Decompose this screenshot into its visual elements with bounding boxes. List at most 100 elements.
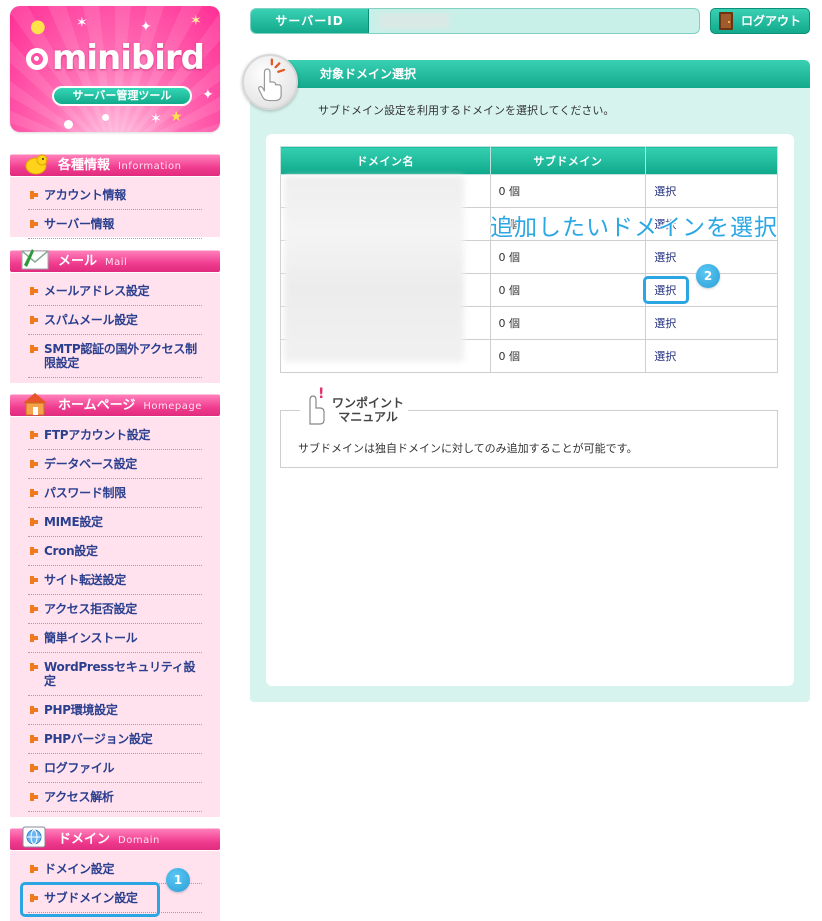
sidebar-item-php-env[interactable]: PHP環境設定	[28, 696, 202, 725]
sidebar-item-account-info[interactable]: アカウント情報	[28, 181, 202, 210]
select-link[interactable]: 選択	[654, 185, 676, 198]
sidebar-item-access-analysis[interactable]: アクセス解析	[28, 783, 202, 812]
logo-brand-text: minibird	[51, 38, 205, 78]
sidebar-item-site-redirect[interactable]: サイト転送設定	[28, 566, 202, 595]
highlight-subdomain-settings	[20, 882, 160, 917]
logout-button[interactable]: ログアウト	[710, 8, 810, 34]
subdomain-count: 0 個	[489, 306, 647, 340]
tip-title-line1: ワンポイント	[332, 396, 405, 410]
sidebar-item-label: SMTP認証の国外アクセス制限設定	[44, 342, 197, 370]
star-icon: ★	[170, 109, 183, 125]
bullet-icon	[30, 191, 38, 199]
bullet-icon	[30, 489, 38, 497]
sidebar-item-cron[interactable]: Cron設定	[28, 537, 202, 566]
logout-label: ログアウト	[741, 14, 802, 28]
hand-svg	[258, 58, 286, 102]
subdomain-count: 0 個	[489, 174, 647, 208]
bullet-icon	[30, 663, 38, 671]
sidebar-list-mail: メールアドレス設定 スパムメール設定 SMTP認証の国外アクセス制限設定	[10, 273, 220, 383]
house-icon	[23, 393, 47, 416]
page-description: サブドメイン設定を利用するドメインを選択してください。	[318, 104, 615, 117]
select-link[interactable]: 選択	[654, 317, 676, 330]
sidebar-list-information: アカウント情報 サーバー情報	[10, 177, 220, 239]
section-title: ドメイン	[58, 832, 111, 847]
sidebar-item-label: WordPressセキュリティ設定	[44, 660, 196, 688]
server-id-label: サーバーID	[251, 9, 369, 33]
bullet-icon	[30, 735, 38, 743]
select-link[interactable]: 選択	[654, 251, 676, 264]
select-link[interactable]: 選択	[654, 350, 676, 363]
sidebar-section-mail: メール Mail	[10, 249, 220, 272]
bullet-icon	[30, 865, 38, 873]
section-title-en: Homepage	[143, 401, 202, 412]
sidebar-item-spam-mail[interactable]: スパムメール設定	[28, 306, 202, 335]
sidebar-item-access-deny[interactable]: アクセス拒否設定	[28, 595, 202, 624]
sidebar-item-mail-address[interactable]: メールアドレス設定	[28, 277, 202, 306]
sidebar-item-label: PHPバージョン設定	[44, 732, 153, 746]
sidebar-item-label: PHP環境設定	[44, 703, 118, 717]
section-title: メール	[58, 254, 98, 269]
sidebar-item-password-restriction[interactable]: パスワード制限	[28, 479, 202, 508]
sidebar-item-label: サーバー情報	[44, 217, 115, 231]
sidebar-item-php-version[interactable]: PHPバージョン設定	[28, 725, 202, 754]
sidebar-item-easy-install[interactable]: 簡単インストール	[28, 624, 202, 653]
section-title: ホームページ	[58, 398, 136, 413]
bird-icon	[25, 154, 50, 175]
bullet-icon	[30, 793, 38, 801]
bullet-icon	[30, 220, 38, 228]
sidebar-item-server-info[interactable]: サーバー情報	[28, 210, 202, 239]
tip-text: サブドメインは独自ドメインに対してのみ追加することが可能です。	[298, 442, 638, 455]
sidebar-item-label: アクセス拒否設定	[44, 602, 138, 616]
star-icon: ✦	[202, 87, 214, 103]
sidebar-item-log-file[interactable]: ログファイル	[28, 754, 202, 783]
step-badge-2: 2	[696, 264, 720, 288]
sidebar-item-wordpress-security[interactable]: WordPressセキュリティ設定	[28, 653, 202, 696]
sidebar-section-domain: ドメイン Domain	[10, 826, 220, 850]
sidebar-item-label: スパムメール設定	[44, 313, 138, 327]
pointing-hand-icon	[242, 54, 298, 110]
door-icon	[719, 12, 733, 30]
bullet-icon	[30, 547, 38, 555]
sidebar-item-smtp-restriction[interactable]: SMTP認証の国外アクセス制限設定	[28, 335, 202, 378]
bullet-icon	[30, 460, 38, 468]
sidebar-item-label: アクセス解析	[44, 790, 114, 804]
bullet-icon	[30, 431, 38, 439]
sidebar-item-label: パスワード制限	[44, 486, 126, 500]
col-action	[645, 146, 778, 175]
sidebar-item-label: メールアドレス設定	[44, 284, 150, 298]
bullet-icon	[30, 287, 38, 295]
step-badge-1: 1	[166, 868, 190, 892]
sidebar-item-label: MIME設定	[44, 515, 103, 529]
star-icon: ✶	[150, 111, 162, 127]
section-title-en: Domain	[118, 835, 160, 846]
col-subdomain: サブドメイン	[489, 146, 647, 175]
www-globe-icon	[22, 826, 46, 848]
sidebar-section-homepage: ホームページ Homepage	[10, 393, 220, 416]
dot-icon	[102, 114, 109, 121]
tip-title: ワンポイント マニュアル	[328, 396, 409, 424]
bullet-icon	[30, 634, 38, 642]
mail-icon	[21, 249, 49, 270]
sidebar-item-label: ログファイル	[44, 761, 115, 775]
star-icon: ●	[30, 16, 46, 37]
server-id-bar: サーバーID	[250, 8, 700, 34]
sidebar-item-mime[interactable]: MIME設定	[28, 508, 202, 537]
redacted-domain-names	[284, 176, 464, 362]
server-id-value	[379, 13, 449, 29]
subdomain-count: 0 個	[489, 273, 647, 307]
sidebar-item-ftp-account[interactable]: FTPアカウント設定	[28, 421, 202, 450]
sidebar-list-homepage: FTPアカウント設定 データベース設定 パスワード制限 MIME設定 Cron設…	[10, 417, 220, 817]
bullet-icon	[30, 345, 38, 353]
sidebar-item-label: サイト転送設定	[44, 573, 126, 587]
section-title-en: Information	[118, 161, 182, 172]
col-domain-name: ドメイン名	[280, 146, 491, 175]
minibird-logo[interactable]: ● ✶ ✦ ✶ ✦ ✶ ★ minibird サーバー管理ツール	[10, 6, 220, 132]
sidebar-item-label: ドメイン設定	[44, 862, 115, 876]
sidebar-item-label: Cron設定	[44, 544, 98, 558]
section-title: 各種情報	[58, 158, 111, 173]
bullet-icon	[30, 706, 38, 714]
table-header-row: ドメイン名 サブドメイン	[280, 146, 778, 175]
sidebar-item-label: FTPアカウント設定	[44, 428, 151, 442]
sidebar-item-database[interactable]: データベース設定	[28, 450, 202, 479]
sidebar-item-label: データベース設定	[44, 457, 138, 471]
